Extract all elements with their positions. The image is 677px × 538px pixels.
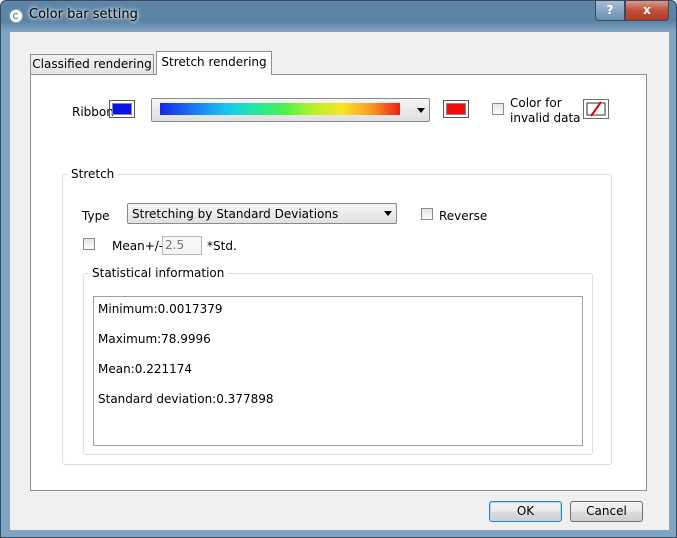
invalid-data-label: Color for invalid data	[510, 96, 581, 126]
no-color-icon	[586, 101, 606, 117]
tab-stretch-rendering[interactable]: Stretch rendering	[156, 51, 272, 75]
help-button[interactable]: ?	[595, 1, 625, 21]
ribbon-label: Ribbon	[72, 105, 114, 119]
reverse-label: Reverse	[439, 209, 488, 223]
type-label: Type	[82, 209, 110, 223]
chevron-down-icon	[384, 211, 392, 216]
cancel-button[interactable]: Cancel	[570, 501, 643, 522]
statistics-group: Statistical information Minimum:0.001737…	[83, 266, 593, 455]
invalid-data-color-checkbox[interactable]	[492, 103, 504, 115]
stretch-group-title: Stretch	[68, 167, 118, 181]
mean-std-checkbox[interactable]	[83, 238, 95, 250]
stretch-type-select[interactable]: Stretching by Standard Deviations	[127, 203, 397, 224]
statistics-group-title: Statistical information	[89, 266, 228, 280]
ribbon-color-select[interactable]	[151, 98, 430, 122]
ribbon-start-color-button[interactable]	[109, 100, 135, 118]
chevron-down-icon	[417, 108, 425, 113]
stretch-rendering-panel: Ribbon Color for invalid data Stretch Ty…	[30, 74, 647, 491]
app-icon	[9, 9, 23, 23]
invalid-data-label-line1: Color for	[510, 96, 562, 110]
minimum-value: Minimum:0.0017379	[98, 302, 223, 316]
window-title: Color bar setting	[29, 7, 138, 22]
std-suffix-label: *Std.	[207, 239, 237, 253]
stretch-type-value: Stretching by Standard Deviations	[132, 207, 339, 221]
invalid-data-color-button[interactable]	[583, 99, 609, 119]
ok-button[interactable]: OK	[489, 501, 562, 522]
dialog-body: Classified rendering Stretch rendering R…	[9, 31, 670, 531]
mean-label: Mean+/-	[112, 239, 164, 253]
ribbon-gradient-preview	[160, 103, 400, 115]
start-color-swatch	[112, 103, 132, 115]
statistics-textbox[interactable]: Minimum:0.0017379 Maximum:78.9996 Mean:0…	[93, 296, 583, 446]
end-color-swatch	[446, 103, 466, 115]
close-button[interactable]: x	[625, 1, 669, 21]
std-multiplier-input[interactable]: 2.5	[162, 236, 202, 255]
title-bar: Color bar setting ? x	[1, 1, 676, 31]
mean-value: Mean:0.221174	[98, 362, 192, 376]
reverse-checkbox[interactable]	[421, 208, 433, 220]
standard-deviation-value: Standard deviation:0.377898	[98, 392, 274, 406]
ribbon-end-color-button[interactable]	[443, 100, 469, 118]
tab-classified-rendering[interactable]: Classified rendering	[30, 54, 154, 74]
maximum-value: Maximum:78.9996	[98, 332, 211, 346]
dialog-window: Color bar setting ? x Classified renderi…	[0, 0, 677, 538]
invalid-data-label-line2: invalid data	[510, 111, 581, 125]
stretch-group: Stretch Type Stretching by Standard Devi…	[62, 167, 612, 465]
